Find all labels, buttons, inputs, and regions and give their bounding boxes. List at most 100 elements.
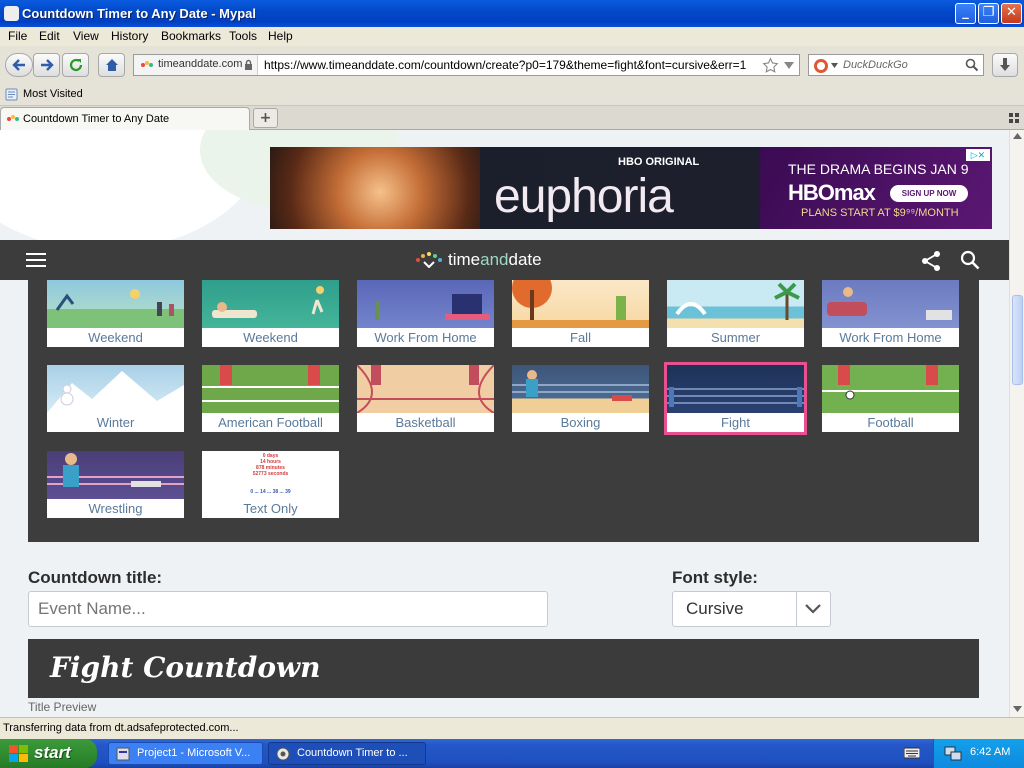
theme-american-football[interactable]: American Football <box>202 365 339 432</box>
reload-button[interactable] <box>62 53 89 77</box>
advertisement-banner[interactable]: HBO ORIGINAL euphoria THE DRAMA BEGINS J… <box>270 147 992 229</box>
page-content: HBO ORIGINAL euphoria THE DRAMA BEGINS J… <box>0 130 1009 717</box>
site-search-icon[interactable] <box>960 250 980 270</box>
hamburger-menu-icon[interactable] <box>26 253 46 267</box>
menu-edit[interactable]: Edit <box>39 29 60 43</box>
theme-weekend-2[interactable]: Weekend <box>202 280 339 347</box>
most-visited-link[interactable]: Most Visited <box>23 88 83 100</box>
url-dropdown-icon[interactable] <box>784 62 794 69</box>
text-only-line: 52773 seconds <box>252 471 289 477</box>
minimize-button[interactable]: _ <box>955 3 976 24</box>
start-button[interactable]: start <box>0 739 97 768</box>
bookmark-star-icon[interactable] <box>762 57 779 74</box>
address-bar[interactable]: timeanddate.com https://www.timeanddate.… <box>133 54 800 76</box>
window-title: Countdown Timer to Any Date - Mypal <box>22 6 257 21</box>
forward-button[interactable] <box>33 53 60 77</box>
theme-image <box>47 451 184 499</box>
theme-work-from-home-1[interactable]: Work From Home <box>357 280 494 347</box>
theme-work-from-home-2[interactable]: Work From Home <box>822 280 959 347</box>
theme-image <box>357 365 494 413</box>
network-tray-icon[interactable] <box>944 746 962 761</box>
download-arrow-icon <box>1000 58 1010 71</box>
search-bar[interactable]: DuckDuckGo <box>808 54 984 76</box>
theme-wrestling[interactable]: Wrestling <box>47 451 184 518</box>
theme-text-only[interactable]: 0 days 14 hours 878 minutes 52773 second… <box>202 451 339 518</box>
theme-winter[interactable]: Winter <box>47 365 184 432</box>
ad-price: PLANS START AT $9⁹⁹/MONTH <box>801 207 959 219</box>
new-tab-button[interactable]: + <box>253 108 278 128</box>
theme-label: American Football <box>218 415 323 430</box>
taskbar-item-label: Project1 - Microsoft V... <box>137 747 251 759</box>
tab-countdown-timer[interactable]: Countdown Timer to Any Date <box>0 107 250 130</box>
taskbar-item-countdown[interactable]: Countdown Timer to ... <box>268 742 426 765</box>
menu-help[interactable]: Help <box>268 29 293 43</box>
ad-cta-button[interactable]: SIGN UP NOW <box>890 185 968 202</box>
theme-label: Fall <box>570 330 591 345</box>
ad-headline: THE DRAMA BEGINS JAN 9 <box>788 161 969 177</box>
tab-list-icon[interactable] <box>1009 113 1019 123</box>
chevron-down-icon <box>805 604 821 614</box>
text-only-line: 0 ... 14 ... 38 ... 39 <box>250 489 291 495</box>
theme-fight[interactable]: Fight <box>664 362 807 435</box>
theme-label: Wrestling <box>88 501 143 516</box>
scrollbar-thumb[interactable] <box>1012 295 1023 385</box>
ad-network: HBO ORIGINAL <box>618 156 700 168</box>
theme-weekend-1[interactable]: Weekend <box>47 280 184 347</box>
site-header: timeanddate <box>0 240 1009 280</box>
menu-history[interactable]: History <box>111 29 148 43</box>
search-icon[interactable] <box>965 58 979 72</box>
home-icon <box>105 59 118 71</box>
mypal-browser-icon <box>276 747 290 761</box>
menu-file[interactable]: File <box>8 29 27 43</box>
back-button[interactable] <box>5 53 33 77</box>
theme-basketball[interactable]: Basketball <box>357 365 494 432</box>
theme-football[interactable]: Football <box>822 365 959 432</box>
search-placeholder: DuckDuckGo <box>843 59 908 71</box>
theme-image: 0 days 14 hours 878 minutes 52773 second… <box>202 451 339 499</box>
menu-bar: File Edit View History Bookmarks Tools H… <box>0 27 1024 46</box>
vb-project-icon <box>116 747 130 761</box>
theme-label: Weekend <box>88 330 143 345</box>
theme-summer[interactable]: Summer <box>667 280 804 347</box>
reload-icon <box>69 58 82 72</box>
theme-image <box>47 280 184 328</box>
status-text: Transferring data from dt.adsafeprotecte… <box>3 722 239 734</box>
restore-button[interactable]: ❐ <box>978 3 999 24</box>
logo-mark-icon <box>416 252 442 268</box>
windows-taskbar: start Project1 - Microsoft V... Countdow… <box>0 739 1024 768</box>
theme-label: Winter <box>96 415 135 430</box>
page-scrollbar[interactable] <box>1009 130 1024 717</box>
taskbar-item-project1[interactable]: Project1 - Microsoft V... <box>108 742 263 765</box>
ad-photo <box>270 147 480 229</box>
countdown-title-input[interactable] <box>28 591 548 627</box>
site-identity[interactable]: timeanddate.com <box>134 55 258 75</box>
keyboard-icon[interactable] <box>904 747 920 759</box>
menu-tools[interactable]: Tools <box>229 29 257 43</box>
close-button[interactable]: ✕ <box>1001 3 1022 24</box>
menu-bookmarks[interactable]: Bookmarks <box>161 29 221 43</box>
share-icon[interactable] <box>920 250 942 272</box>
theme-image <box>512 365 649 413</box>
search-engine-dropdown-icon[interactable] <box>831 63 838 68</box>
theme-image <box>667 280 804 328</box>
bookmarks-toolbar: Most Visited <box>0 84 1024 106</box>
theme-label: Text Only <box>243 501 298 516</box>
downloads-button[interactable] <box>992 53 1018 77</box>
font-style-select[interactable]: Cursive <box>672 591 831 627</box>
theme-label: Fight <box>721 415 750 430</box>
scroll-up-icon[interactable] <box>1013 133 1022 139</box>
home-button[interactable] <box>98 53 125 77</box>
theme-boxing[interactable]: Boxing <box>512 365 649 432</box>
tab-favicon-icon <box>7 115 19 121</box>
url-text: https://www.timeanddate.com/countdown/cr… <box>264 58 747 72</box>
theme-fall[interactable]: Fall <box>512 280 649 347</box>
system-tray: 6:42 AM <box>933 739 1024 768</box>
menu-view[interactable]: View <box>73 29 99 43</box>
duckduckgo-icon <box>814 59 828 73</box>
tab-strip: Countdown Timer to Any Date + <box>0 106 1024 130</box>
theme-label: Weekend <box>243 330 298 345</box>
theme-label: Work From Home <box>839 330 942 345</box>
theme-image <box>202 280 339 328</box>
scroll-down-icon[interactable] <box>1013 706 1022 712</box>
ad-choices-icon[interactable]: ▷✕ <box>966 149 990 161</box>
